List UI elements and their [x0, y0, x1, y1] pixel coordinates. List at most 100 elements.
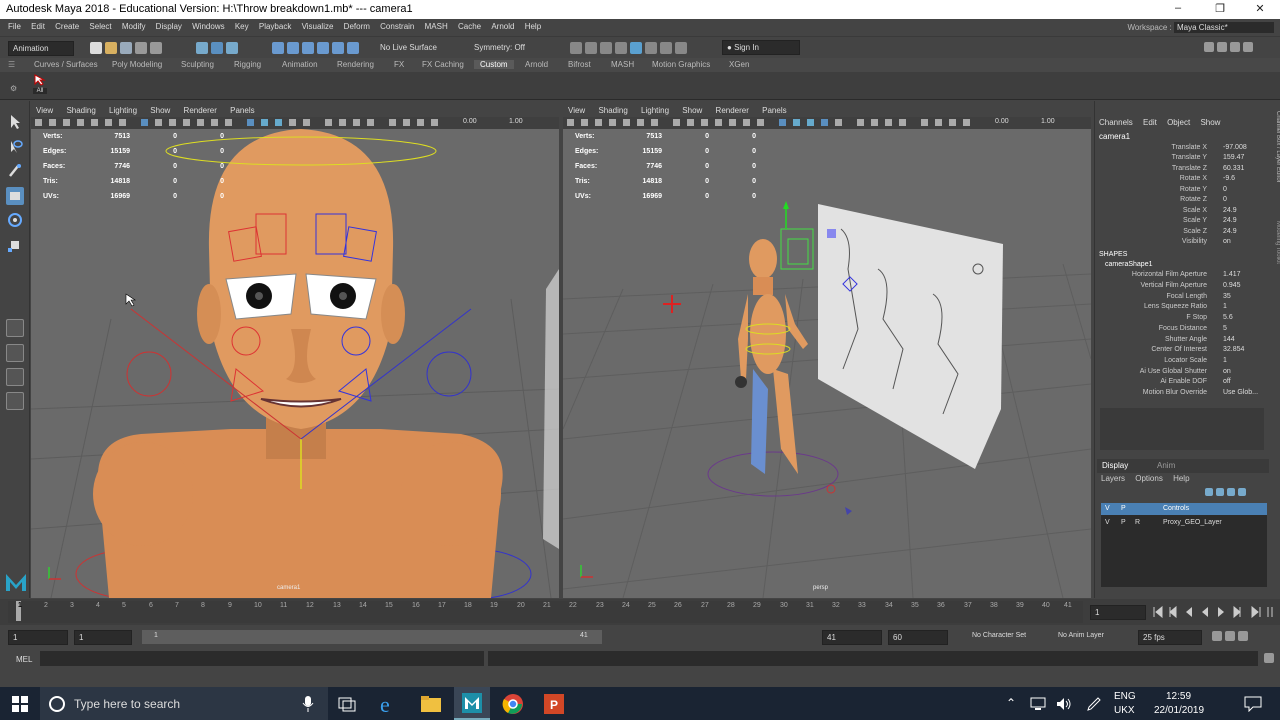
script-editor-icon[interactable] — [1264, 653, 1274, 663]
vp-menu-shading[interactable]: Shading — [66, 104, 95, 115]
gamma-field[interactable]: 1.00 — [509, 118, 523, 125]
cb-shape-row[interactable]: Vertical Film Aperture 0.945 — [1095, 282, 1280, 293]
live-surface-label[interactable]: No Live Surface — [380, 43, 437, 52]
rotate-tool-icon[interactable] — [6, 211, 24, 229]
close-button[interactable]: ✕ — [1250, 2, 1270, 16]
playback-controls[interactable] — [1152, 606, 1276, 618]
shelf-tab-bifrost[interactable]: Bifrost — [568, 60, 591, 69]
workspace-selector[interactable]: Workspace : Maya Classic* — [1127, 22, 1274, 33]
shelf-options-icon[interactable]: ⚙ — [10, 84, 17, 93]
shelf-tab-poly-modeling[interactable]: Poly Modeling — [112, 60, 162, 69]
select-object-icon[interactable] — [211, 42, 223, 54]
shelf-tab-animation[interactable]: Animation — [282, 60, 318, 69]
minimize-button[interactable]: – — [1168, 2, 1188, 16]
playback-end-field[interactable]: 41 — [822, 630, 882, 645]
layer-tab-anim[interactable]: Anim — [1157, 461, 1175, 470]
cb-attr-row[interactable]: Visibility on — [1095, 238, 1280, 249]
vp2-menu-shading[interactable]: Shading — [598, 104, 627, 115]
paint-select-icon[interactable] — [6, 162, 24, 180]
vp-menu-renderer[interactable]: Renderer — [184, 104, 217, 115]
layer-row-controls[interactable]: V P Controls — [1101, 503, 1267, 515]
loop-icon[interactable] — [1212, 631, 1222, 641]
shelf-tab-fx[interactable]: FX — [394, 60, 404, 69]
fps-dropdown[interactable]: 25 fps — [1138, 630, 1202, 645]
render-frame-icon[interactable] — [585, 42, 597, 54]
exposure-field[interactable]: 0.00 — [463, 118, 477, 125]
network-icon[interactable] — [1030, 697, 1046, 711]
layer-tab-display[interactable]: Display — [1102, 461, 1128, 470]
anim-prefs-icon[interactable] — [1238, 631, 1248, 641]
shelf-select-all-button[interactable]: All — [33, 74, 47, 96]
pen-icon[interactable] — [1086, 696, 1102, 712]
arnold-render-icon[interactable] — [645, 42, 657, 54]
outliner-layout-icon[interactable] — [6, 392, 24, 410]
menu-edit[interactable]: Edit — [31, 19, 45, 31]
channel-box-icon[interactable] — [1243, 42, 1253, 52]
menu-constrain[interactable]: Constrain — [380, 19, 414, 31]
cb-attr-row[interactable]: Rotate Z0 — [1095, 196, 1280, 207]
volume-icon[interactable] — [1056, 697, 1072, 711]
cb-shape-row[interactable]: Focus Distance 5 — [1095, 325, 1280, 336]
shelf-tab-rigging[interactable]: Rigging — [234, 60, 261, 69]
ipr-render-icon[interactable] — [600, 42, 612, 54]
shelf-tab-rendering[interactable]: Rendering — [337, 60, 374, 69]
cb-shape-row[interactable]: Motion Blur Override Use Glob... — [1095, 389, 1280, 400]
playback-start-field[interactable]: 1 — [74, 630, 132, 645]
menu-help[interactable]: Help — [525, 19, 541, 31]
new-empty-layer-icon[interactable] — [1227, 487, 1235, 496]
vp-menu-view[interactable]: View — [36, 104, 53, 115]
layout-two-icon[interactable] — [6, 368, 24, 386]
powerpoint-icon[interactable]: P — [544, 694, 564, 714]
render-settings-icon[interactable] — [615, 42, 627, 54]
cb-menu-channels[interactable]: Channels — [1099, 118, 1133, 127]
action-center-icon[interactable] — [1244, 696, 1262, 712]
tray-chevron-icon[interactable]: ⌃ — [1006, 696, 1016, 710]
vp2-menu-lighting[interactable]: Lighting — [641, 104, 669, 115]
edge-browser-icon[interactable]: e — [378, 693, 400, 715]
gamma2-field[interactable]: 1.00 — [1041, 118, 1055, 125]
cb-menu-show[interactable]: Show — [1200, 118, 1220, 127]
microphone-icon[interactable] — [302, 696, 314, 712]
move-tool-icon[interactable] — [6, 187, 24, 205]
menu-file[interactable]: File — [8, 19, 21, 31]
current-time-field[interactable]: 1 — [1090, 605, 1146, 620]
hypershade-icon[interactable] — [630, 42, 642, 54]
open-scene-icon[interactable] — [105, 42, 117, 54]
shelf-tab-xgen[interactable]: XGen — [729, 60, 749, 69]
menu-key[interactable]: Key — [235, 19, 249, 31]
layer-menu-layers[interactable]: Layers — [1101, 474, 1125, 483]
menuset-dropdown[interactable]: Animation — [8, 41, 74, 56]
snap-curve-icon[interactable] — [287, 42, 299, 54]
shelf-tab-arnold[interactable]: Arnold — [525, 60, 548, 69]
character-set-dropdown[interactable]: No Character Set — [972, 632, 1026, 639]
taskbar-search-box[interactable]: Type here to search — [40, 687, 328, 720]
taskbar-region[interactable]: UKX — [1114, 705, 1135, 716]
maximize-button[interactable]: ❐ — [1210, 2, 1230, 16]
menu-create[interactable]: Create — [55, 19, 79, 31]
select-tool-icon[interactable] — [6, 113, 24, 131]
select-component-icon[interactable] — [226, 42, 238, 54]
vp-menu-panels[interactable]: Panels — [230, 104, 254, 115]
shelf-tab-motion-graphics[interactable]: Motion Graphics — [652, 60, 710, 69]
vp2-menu-renderer[interactable]: Renderer — [716, 104, 749, 115]
cb-shape-row[interactable]: Lens Squeeze Ratio 1 — [1095, 303, 1280, 314]
render-view-icon[interactable] — [570, 42, 582, 54]
cb-shape-row[interactable]: Locator Scale 1 — [1095, 357, 1280, 368]
redo-icon[interactable] — [150, 42, 162, 54]
layer-row-proxy[interactable]: V P R Proxy_GEO_Layer — [1101, 517, 1267, 529]
snap-point-icon[interactable] — [302, 42, 314, 54]
panel2-toolbar-icons[interactable] — [567, 118, 987, 128]
attribute-editor-icon[interactable] — [1217, 42, 1227, 52]
cb-shape-row[interactable]: Ai Enable DOF off — [1095, 378, 1280, 389]
shelf-menu-icon[interactable]: ☰ — [8, 60, 15, 69]
chrome-icon[interactable] — [502, 693, 524, 715]
cb-attr-row[interactable]: Scale Y 24.9 — [1095, 217, 1280, 228]
auto-key-icon[interactable] — [1225, 631, 1235, 641]
range-bar[interactable]: 1 41 — [142, 630, 602, 644]
snap-surface-icon[interactable] — [332, 42, 344, 54]
vp2-menu-view[interactable]: View — [568, 104, 585, 115]
snap-grid-icon[interactable] — [272, 42, 284, 54]
cb-shape-row[interactable]: Horizontal Film Aperture 1.417 — [1095, 271, 1280, 282]
vp2-menu-show[interactable]: Show — [682, 104, 702, 115]
menu-modify[interactable]: Modify — [122, 19, 146, 31]
